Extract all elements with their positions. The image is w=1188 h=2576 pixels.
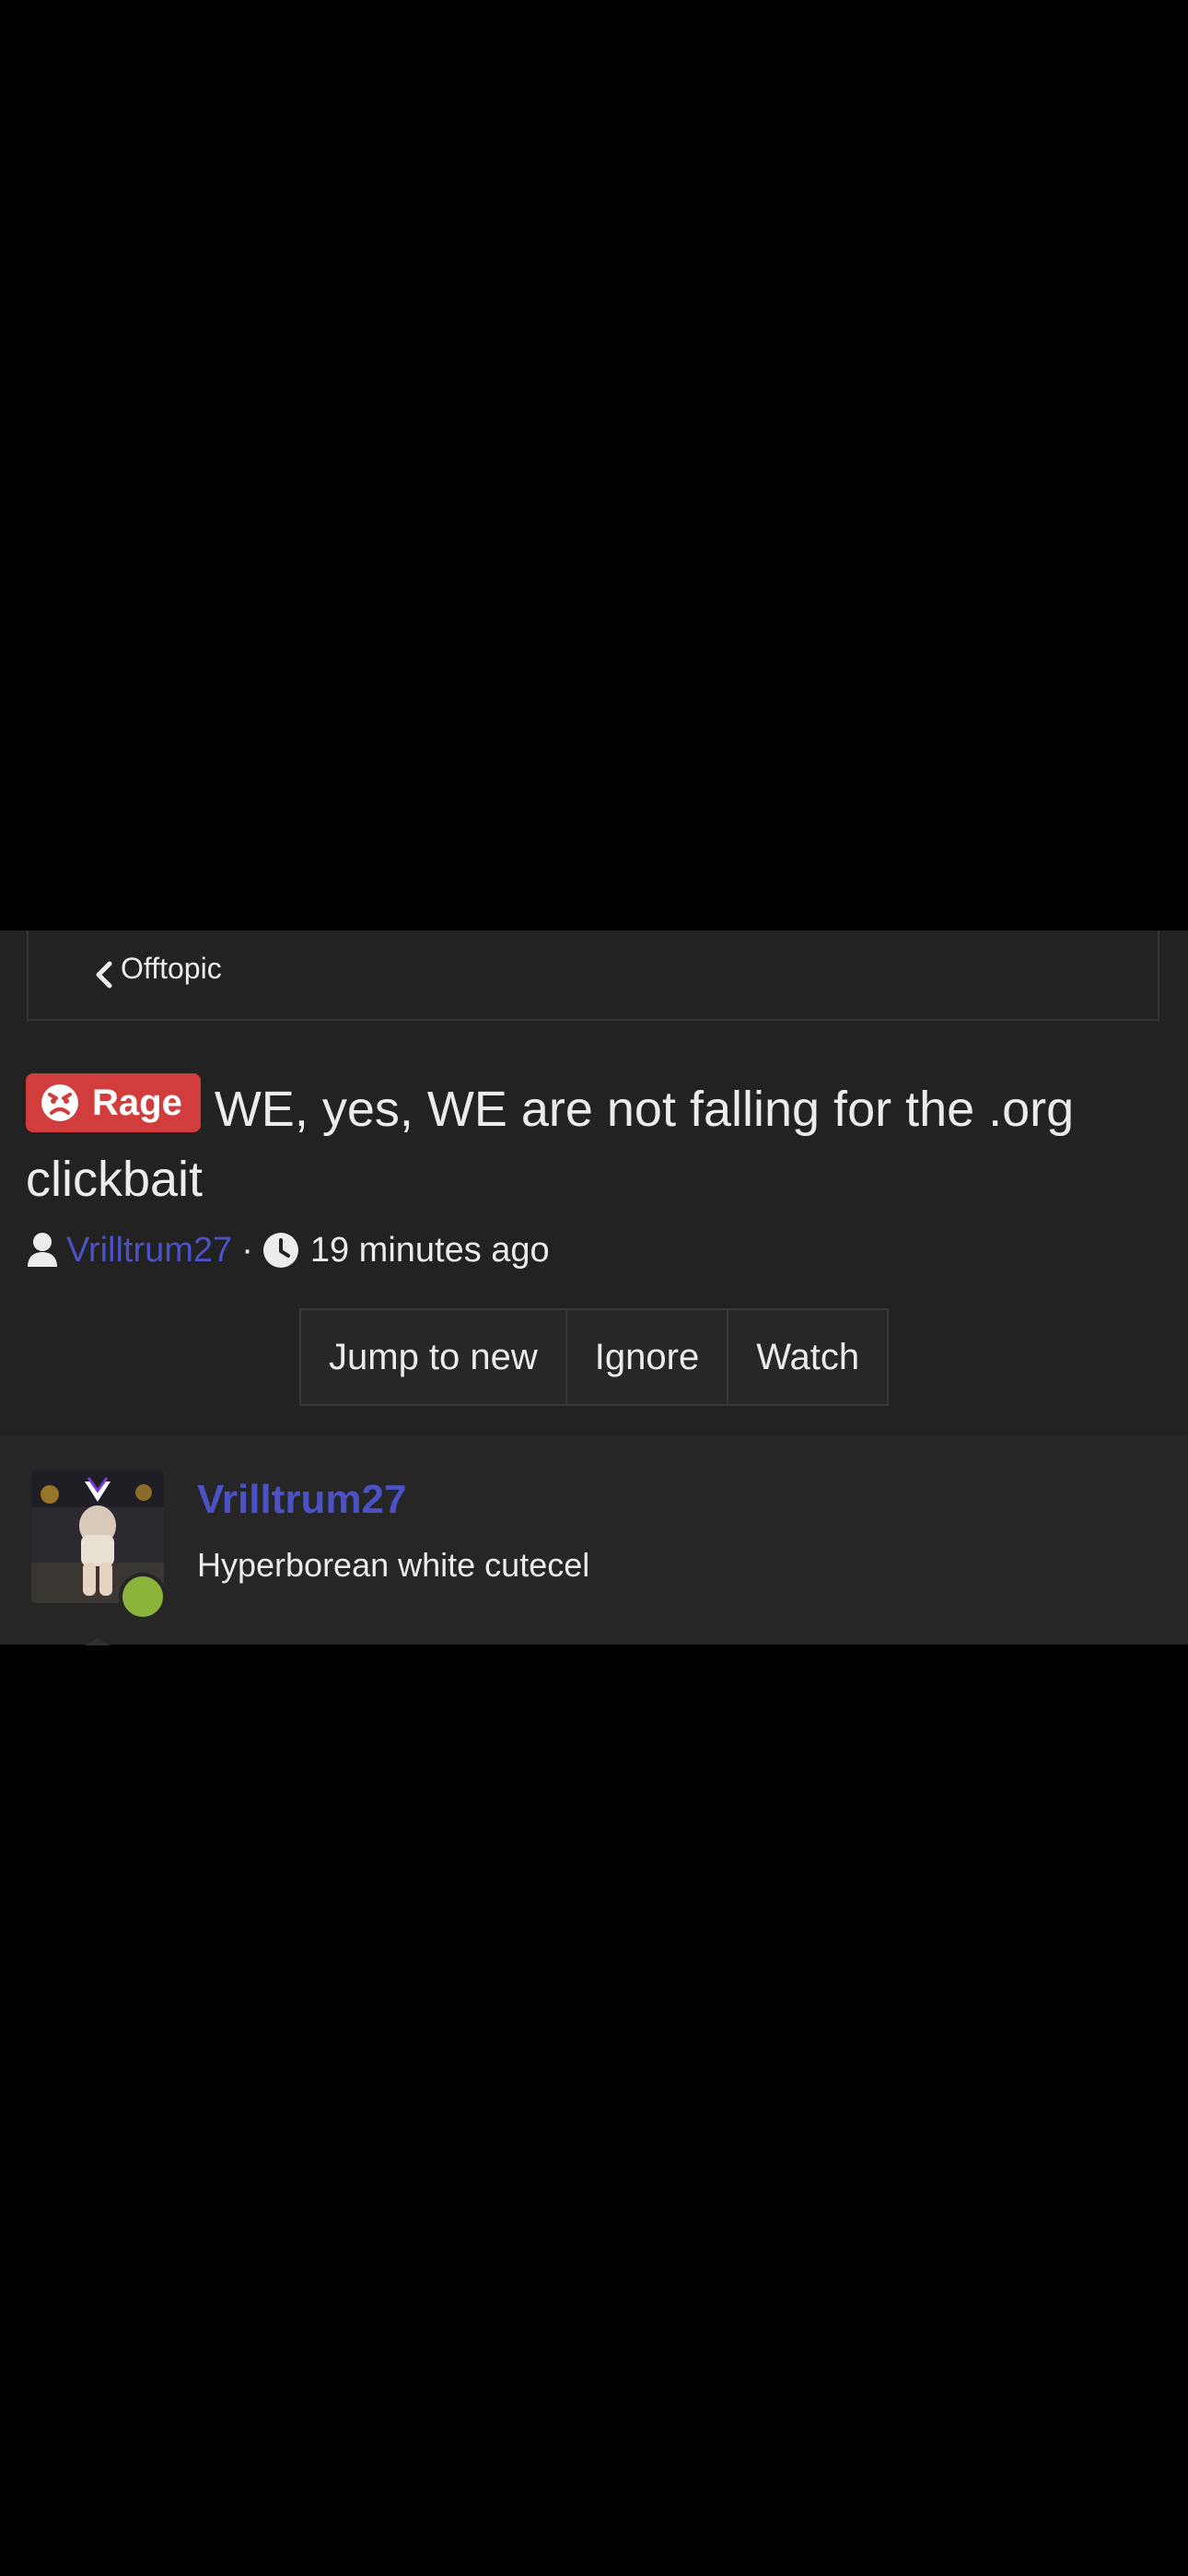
breadcrumb[interactable]: Offtopic — [27, 931, 1159, 1021]
prefix-badge[interactable]: Rage — [26, 1073, 201, 1132]
thread-time: 19 minutes ago — [309, 1230, 550, 1270]
thread-title: Rage WE, yes, WE are not falling for the… — [26, 1073, 1159, 1214]
watch-button[interactable]: Watch — [727, 1310, 888, 1404]
ignore-button[interactable]: Ignore — [565, 1310, 728, 1404]
prefix-label: Rage — [92, 1083, 182, 1123]
post-pointer-arrow — [85, 1638, 111, 1645]
chevron-left-icon — [96, 961, 112, 989]
thread-author-link[interactable]: Vrilltrum27 — [66, 1231, 232, 1270]
user-icon — [28, 1233, 57, 1267]
jump-to-new-button[interactable]: Jump to new — [301, 1310, 565, 1404]
meta-separator: · — [241, 1230, 253, 1270]
online-status-indicator — [119, 1573, 167, 1621]
thread-meta: Vrilltrum27 · 19 minutes ago — [26, 1228, 550, 1272]
angry-face-icon — [41, 1084, 78, 1121]
first-post: Vrilltrum27 Hyperborean white cutecel — [0, 1435, 1188, 1645]
post-username[interactable]: Vrilltrum27 — [197, 1477, 406, 1523]
thread-actions: Jump to new Ignore Watch — [299, 1308, 890, 1406]
post-user-title: Hyperborean white cutecel — [197, 1546, 590, 1584]
thread-panel: Offtopic Rage WE, yes, WE are not fallin… — [0, 931, 1188, 1645]
clock-icon — [262, 1233, 298, 1268]
breadcrumb-label[interactable]: Offtopic — [121, 952, 222, 986]
